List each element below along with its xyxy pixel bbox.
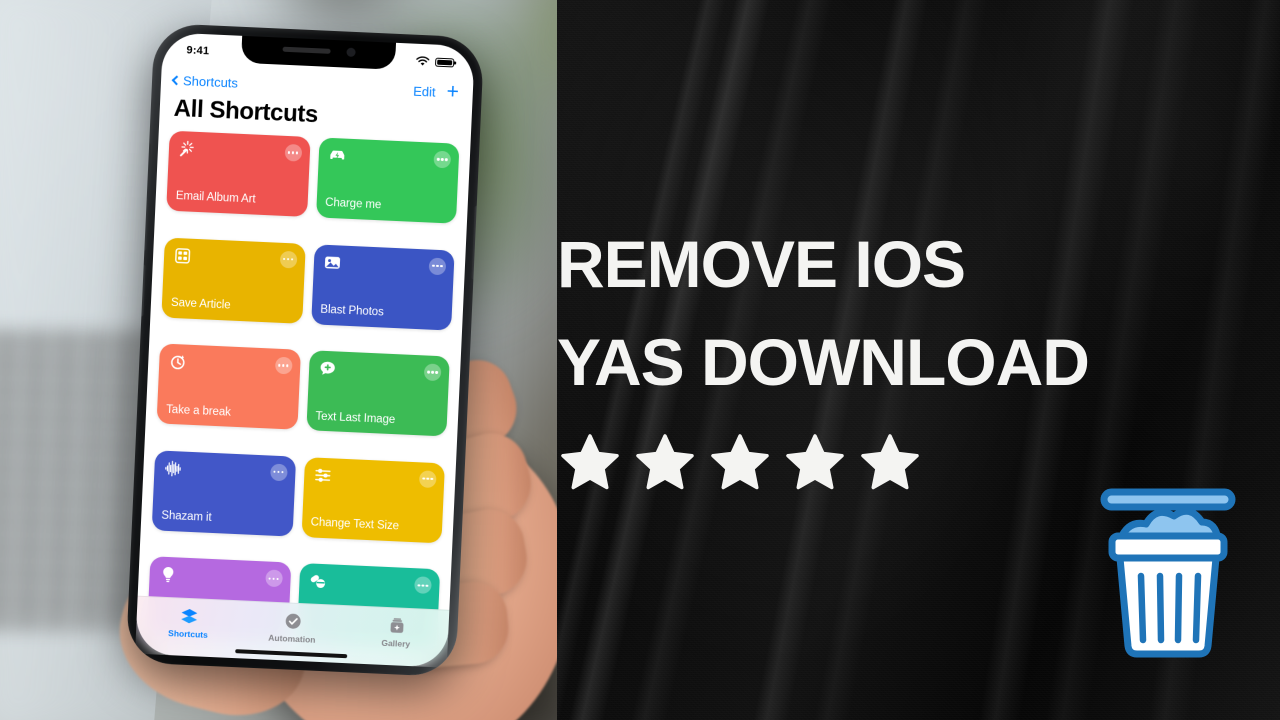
gallery-sparkle-icon [390, 617, 403, 633]
shortcut-tile-label: Save Article [170, 296, 231, 312]
shortcuts-grid: Email Album Art Charge me Save Article Blas… [146, 130, 460, 668]
shortcut-tile-label: Shazam it [161, 509, 212, 525]
more-dots-icon[interactable] [269, 463, 288, 482]
shortcut-tile-icon [163, 458, 183, 478]
photo-icon [324, 256, 340, 269]
more-dots-icon[interactable] [279, 250, 297, 269]
promo-panel: REMOVE IOS YAS DOWNLOAD [557, 0, 1280, 720]
page-title: All Shortcuts [173, 94, 319, 129]
shortcut-tile-icon [168, 352, 188, 372]
star-icon [861, 434, 919, 490]
phone-screen: 9:41 Shortcuts Edit + All Shortcuts Emai… [135, 32, 475, 668]
promo-headline-line2: YAS DOWNLOAD [557, 325, 1090, 399]
shortcut-tile-icon [327, 146, 347, 166]
star-icon [561, 434, 619, 490]
layers-icon [180, 608, 197, 623]
plus-icon[interactable]: + [446, 80, 459, 104]
shortcut-tile[interactable]: Charge me [315, 137, 460, 224]
more-dots-icon[interactable] [418, 470, 437, 488]
timer-icon [171, 355, 185, 370]
more-dots-icon[interactable] [433, 150, 452, 169]
trash-bin-icon[interactable] [1098, 482, 1238, 662]
shortcut-tile-icon [178, 139, 198, 159]
status-bar-indicators [415, 55, 455, 68]
shortcut-tile-icon [322, 252, 342, 272]
more-dots-icon[interactable] [423, 363, 442, 382]
shortcut-tile[interactable]: Save Article [161, 237, 306, 324]
tab-icon [178, 606, 199, 627]
tab-label: Shortcuts [167, 628, 209, 640]
shortcut-tile-label: Change Text Size [310, 516, 400, 533]
shortcut-tile[interactable]: Change Text Size [301, 456, 446, 544]
tab-label: Gallery [381, 637, 411, 650]
more-dots-icon[interactable] [284, 143, 302, 162]
tab-gallery[interactable]: Gallery [343, 606, 449, 668]
article-icon [175, 247, 191, 264]
phone-frame: 9:41 Shortcuts Edit + All Shortcuts Emai… [125, 22, 485, 678]
more-dots-icon[interactable] [264, 569, 283, 588]
tab-icon [386, 615, 407, 636]
waveform-icon [165, 460, 181, 477]
shortcut-tile-icon [158, 565, 178, 585]
edit-button[interactable]: Edit [413, 83, 436, 99]
screenshot-root: 9:41 Shortcuts Edit + All Shortcuts Emai… [0, 0, 1280, 720]
shortcut-tile[interactable]: Shazam it [151, 450, 296, 537]
earpiece-speaker [282, 46, 331, 54]
shortcut-tile-icon [312, 465, 332, 485]
more-dots-icon[interactable] [414, 576, 432, 595]
sliders-icon [314, 468, 331, 482]
phone-photo-panel: 9:41 Shortcuts Edit + All Shortcuts Emai… [0, 0, 557, 720]
front-camera [345, 47, 356, 57]
car-charge-icon [329, 150, 344, 160]
battery-icon [435, 57, 455, 67]
back-button[interactable]: Shortcuts [171, 72, 239, 91]
more-dots-icon[interactable] [428, 257, 447, 275]
tab-icon [282, 610, 303, 631]
back-button-label: Shortcuts [182, 72, 239, 91]
pills-icon [310, 575, 325, 589]
shortcut-tile-label: Take a break [165, 403, 232, 419]
shortcut-tile[interactable]: Take a break [156, 343, 301, 430]
shortcut-tile-icon [317, 359, 337, 379]
star-icon [786, 434, 844, 490]
tab-label: Automation [268, 632, 316, 645]
shortcut-tile-label: Blast Photos [320, 303, 384, 319]
wifi-icon [416, 55, 430, 66]
shortcut-tile[interactable]: Email Album Art [166, 130, 311, 217]
chevron-left-icon [171, 74, 182, 85]
shortcut-tile[interactable]: Text Last Image [305, 350, 450, 437]
shortcut-tile-label: Text Last Image [315, 410, 396, 426]
tab-shortcuts[interactable]: Shortcuts [135, 597, 241, 659]
iphone-device: 9:41 Shortcuts Edit + All Shortcuts Emai… [125, 22, 485, 678]
star-icon [711, 434, 769, 490]
nav-actions: Edit + [413, 80, 460, 104]
lightbulb-icon [163, 567, 174, 583]
star-icon [636, 434, 694, 490]
clock-check-icon [285, 613, 301, 629]
sparkle-wand-icon [179, 140, 194, 157]
shortcut-tile-label: Charge me [324, 197, 382, 212]
promo-headline-line1: REMOVE IOS [557, 227, 966, 301]
more-dots-icon[interactable] [274, 356, 293, 375]
shortcut-tile-label: Email Album Art [175, 190, 256, 206]
shortcut-tile[interactable]: Blast Photos [310, 243, 455, 331]
status-bar-time: 9:41 [186, 44, 210, 58]
message-plus-icon [320, 361, 335, 375]
shortcut-tile-icon [308, 572, 328, 592]
rating-stars [559, 432, 921, 492]
shortcut-tile-icon [173, 246, 193, 266]
